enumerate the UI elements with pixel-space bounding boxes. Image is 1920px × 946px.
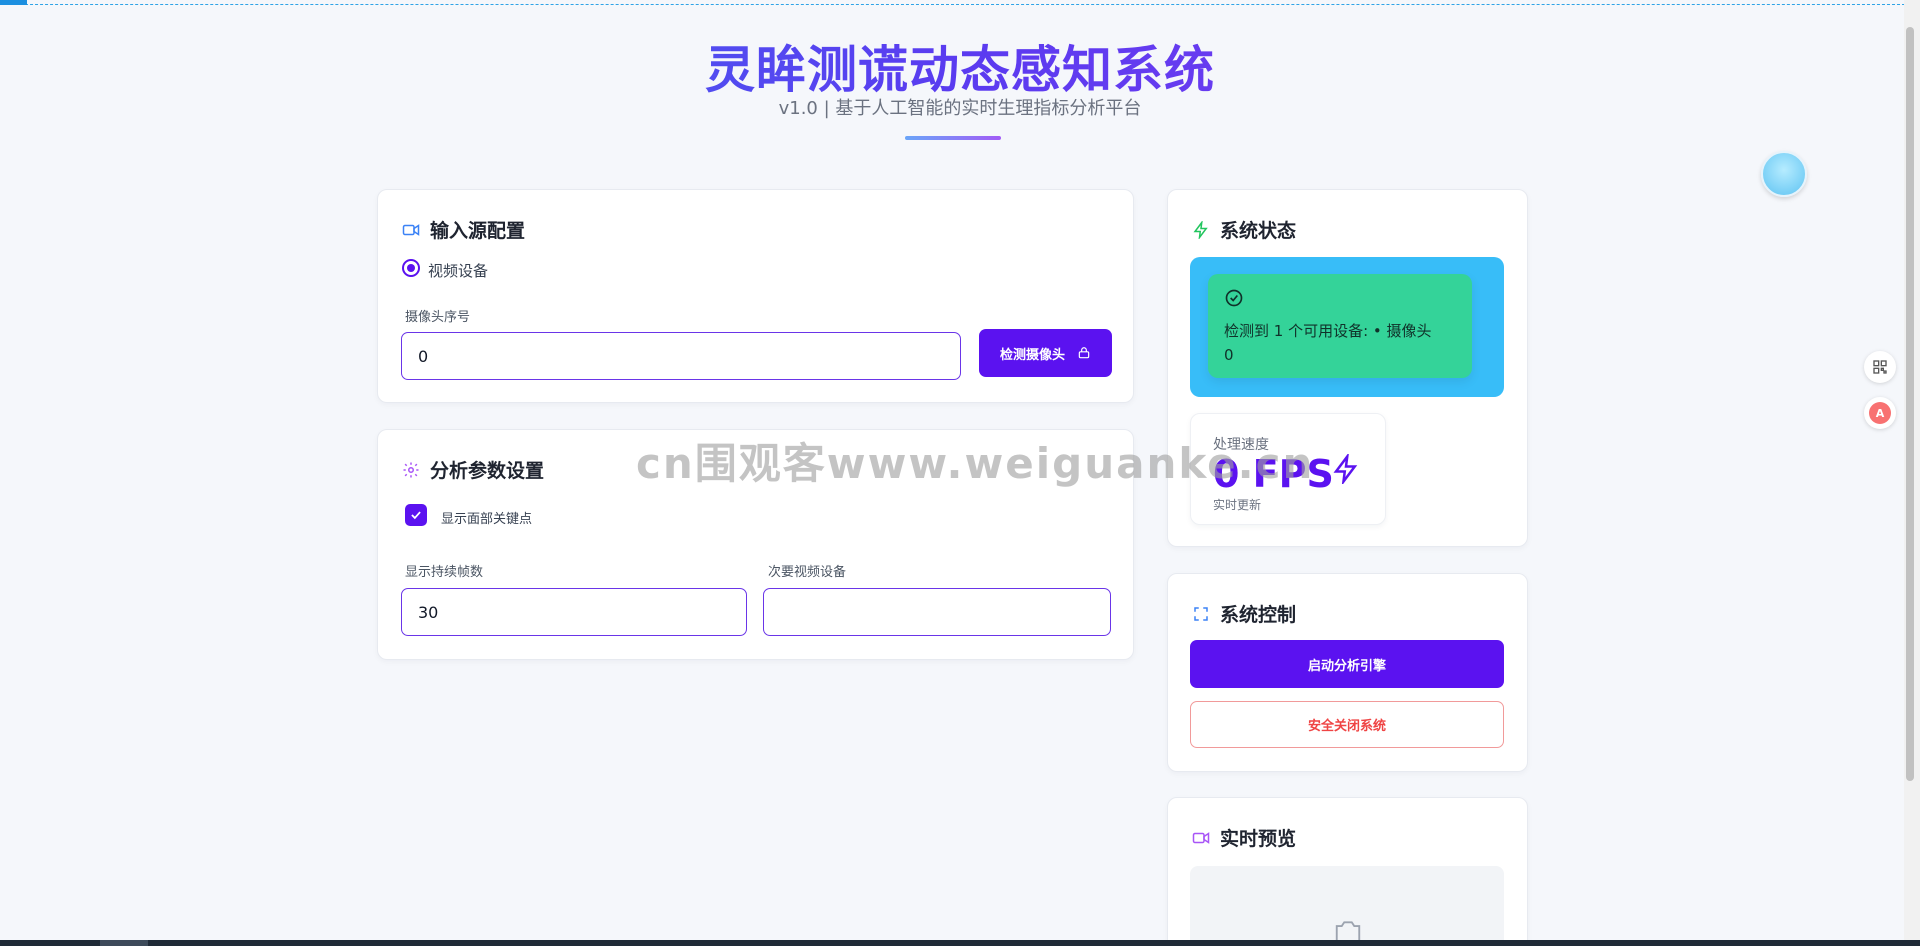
- preview-title: 实时预览: [1192, 824, 1296, 851]
- system-status-card: 系统状态 检测到 1 个可用设备: • 摄像头 0 处理速度 0 FPS 实时更…: [1167, 189, 1528, 547]
- status-message-box: 检测到 1 个可用设备: • 摄像头 0: [1208, 274, 1472, 378]
- camera-index-label: 摄像头序号: [405, 310, 471, 325]
- frames-input[interactable]: 30: [401, 588, 747, 636]
- analysis-params-title-text: 分析参数设置: [430, 460, 545, 482]
- system-control-title: 系统控制: [1192, 600, 1296, 627]
- system-control-card: 系统控制 启动分析引擎 安全关闭系统: [1167, 573, 1528, 772]
- camera-index-input[interactable]: 0: [401, 332, 961, 380]
- side-translate-button[interactable]: A: [1864, 397, 1896, 429]
- bolt-icon: [1193, 220, 1208, 239]
- video-device-radio[interactable]: [402, 259, 420, 277]
- video-camera-icon: [402, 223, 420, 236]
- app-viewport: 灵眸测谎动态感知系统 v1.0 | 基于人工智能的实时生理指标分析平台 输入源配…: [0, 0, 1920, 946]
- video-camera-icon: [1192, 831, 1210, 844]
- check-icon: [411, 511, 421, 520]
- grid-icon: [1873, 360, 1887, 374]
- taskbar-item[interactable]: [100, 940, 148, 946]
- speed-sublabel: 实时更新: [1213, 498, 1262, 512]
- taskbar: [0, 940, 1920, 946]
- check-circle-icon: [1225, 289, 1243, 307]
- top-loading-line: [0, 0, 1905, 5]
- show-landmarks-label: 显示面部关键点: [441, 512, 533, 527]
- watermark-text: cn围观客www.weiguanke.cn: [636, 439, 1315, 488]
- shutdown-button[interactable]: 安全关闭系统: [1190, 701, 1504, 748]
- translate-icon: A: [1869, 402, 1891, 424]
- secondary-device-label: 次要视频设备: [768, 565, 847, 580]
- preview-card: 实时预览: [1167, 797, 1528, 946]
- floating-assistant-ball[interactable]: [1761, 151, 1807, 197]
- input-source-title-text: 输入源配置: [430, 220, 526, 242]
- secondary-device-input[interactable]: [763, 588, 1111, 636]
- detect-camera-button-label: 检测摄像头: [999, 347, 1065, 363]
- system-status-title-text: 系统状态: [1220, 220, 1297, 242]
- title-underline: [905, 136, 1001, 140]
- show-landmarks-checkbox[interactable]: [405, 504, 427, 526]
- top-progress-indicator: [0, 0, 27, 5]
- preview-area: [1190, 866, 1504, 946]
- detect-camera-button[interactable]: 检测摄像头: [979, 329, 1112, 377]
- page-title: 灵眸测谎动态感知系统: [0, 30, 1920, 102]
- bolt-icon: [1333, 454, 1358, 484]
- input-source-card: 输入源配置 视频设备 摄像头序号 0 检测摄像头: [377, 189, 1134, 403]
- gear-icon: [403, 462, 419, 477]
- start-engine-button[interactable]: 启动分析引擎: [1190, 640, 1504, 688]
- page-subtitle: v1.0 | 基于人工智能的实时生理指标分析平台: [778, 98, 1142, 119]
- expand-icon: [1194, 606, 1208, 621]
- input-source-title: 输入源配置: [402, 216, 525, 243]
- scrollbar-thumb[interactable]: [1906, 27, 1914, 781]
- system-control-title-text: 系统控制: [1220, 604, 1297, 626]
- status-message: 检测到 1 个可用设备: • 摄像头 0: [1224, 322, 1432, 364]
- analysis-params-title: 分析参数设置: [402, 456, 544, 483]
- status-panel: 检测到 1 个可用设备: • 摄像头 0: [1190, 257, 1504, 397]
- preview-title-text: 实时预览: [1220, 828, 1297, 850]
- camera-detect-icon: [1078, 347, 1090, 359]
- video-device-label: 视频设备: [428, 262, 489, 280]
- frames-label: 显示持续帧数: [405, 565, 484, 580]
- system-status-title: 系统状态: [1192, 216, 1296, 243]
- side-grid-button[interactable]: [1864, 351, 1896, 383]
